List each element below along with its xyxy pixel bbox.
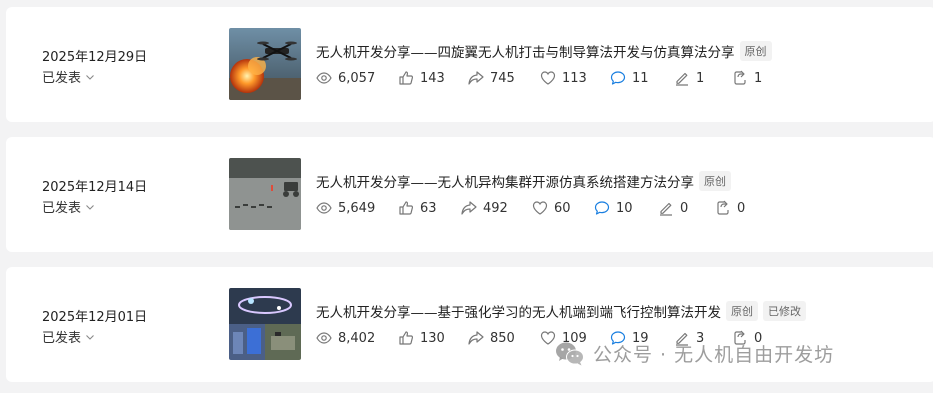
forwards-stat: 0 xyxy=(715,200,745,216)
article-thumbnail[interactable] xyxy=(229,28,301,100)
share-arrow-icon xyxy=(468,70,484,86)
views-stat: 6,057 xyxy=(316,70,398,86)
article-title[interactable]: 无人机开发分享——无人机异构集群开源仿真系统搭建方法分享 xyxy=(316,171,694,191)
heart-icon xyxy=(540,70,556,86)
original-tag: 原创 xyxy=(739,41,772,61)
article-title-row[interactable]: 无人机开发分享——基于强化学习的无人机端到端飞行控制算法开发 原创 已修改 xyxy=(316,301,806,321)
shares-stat: 745 xyxy=(468,70,540,86)
article-thumbnail[interactable] xyxy=(229,288,301,360)
thumbs-up-icon xyxy=(398,200,414,216)
heart-icon xyxy=(532,200,548,216)
article-thumbnail[interactable] xyxy=(229,158,301,230)
shares-stat: 492 xyxy=(461,200,532,216)
forwards-stat: 1 xyxy=(732,70,762,86)
pen-icon xyxy=(674,70,690,86)
comment-bubble-icon xyxy=(610,70,626,86)
likes-stat: 143 xyxy=(398,70,468,86)
chevron-down-icon xyxy=(85,332,95,342)
status-label: 已发表 xyxy=(42,201,82,216)
heart-icon xyxy=(540,330,556,346)
eye-icon xyxy=(316,200,332,216)
thumbs-up-icon xyxy=(398,330,414,346)
article-title[interactable]: 无人机开发分享——四旋翼无人机打击与制导算法开发与仿真算法分享 xyxy=(316,41,735,61)
chevron-down-icon xyxy=(85,72,95,82)
article-title-row[interactable]: 无人机开发分享——四旋翼无人机打击与制导算法开发与仿真算法分享 原创 xyxy=(316,41,772,61)
wechat-icon xyxy=(556,342,584,365)
comments-stat[interactable]: 10 xyxy=(594,200,658,216)
comments-stat[interactable]: 11 xyxy=(610,70,674,86)
forward-icon xyxy=(715,200,731,216)
likes-stat: 130 xyxy=(398,330,468,346)
eye-icon xyxy=(316,330,332,346)
wechat-watermark: 公众号 · 无人机自由开发坊 xyxy=(555,340,834,367)
chevron-down-icon xyxy=(85,202,95,212)
article-card[interactable]: 2025年12月14日 已发表 无人机开发分享——无人机异构集群开源仿真系统搭建… xyxy=(6,137,933,252)
favorites-stat: 113 xyxy=(540,70,610,86)
share-arrow-icon xyxy=(468,330,484,346)
pen-icon xyxy=(658,200,674,216)
views-stat: 8,402 xyxy=(316,330,398,346)
article-stats: 5,649 63 492 60 10 0 0 xyxy=(316,200,745,216)
watermark-text: 公众号 · 无人机自由开发坊 xyxy=(593,344,835,366)
original-tag: 原创 xyxy=(726,301,758,321)
modified-tag: 已修改 xyxy=(763,301,806,321)
status-dropdown[interactable]: 已发表 xyxy=(42,67,95,86)
publish-date: 2025年12月01日 xyxy=(42,310,148,325)
publish-date: 2025年12月29日 xyxy=(42,50,148,65)
recommends-stat: 1 xyxy=(674,70,732,86)
status-label: 已发表 xyxy=(42,331,82,346)
favorites-stat: 60 xyxy=(532,200,594,216)
status-dropdown[interactable]: 已发表 xyxy=(42,327,95,346)
thumbs-up-icon xyxy=(398,70,414,86)
likes-stat: 63 xyxy=(398,200,461,216)
status-label: 已发表 xyxy=(42,71,82,86)
publish-date: 2025年12月14日 xyxy=(42,180,148,195)
comment-bubble-icon xyxy=(594,200,610,216)
eye-icon xyxy=(316,70,332,86)
article-stats: 6,057 143 745 113 11 1 1 xyxy=(316,70,762,86)
share-arrow-icon xyxy=(461,200,477,216)
original-tag: 原创 xyxy=(699,171,731,191)
recommends-stat: 0 xyxy=(658,200,715,216)
article-card[interactable]: 2025年12月29日 已发表 无人机开发分享——四旋翼无人机打击与制导算法开发… xyxy=(6,7,933,122)
shares-stat: 850 xyxy=(468,330,540,346)
article-title-row[interactable]: 无人机开发分享——无人机异构集群开源仿真系统搭建方法分享 原创 xyxy=(316,171,731,191)
status-dropdown[interactable]: 已发表 xyxy=(42,197,95,216)
views-stat: 5,649 xyxy=(316,200,398,216)
forward-icon xyxy=(732,70,748,86)
article-title[interactable]: 无人机开发分享——基于强化学习的无人机端到端飞行控制算法开发 xyxy=(316,301,721,321)
